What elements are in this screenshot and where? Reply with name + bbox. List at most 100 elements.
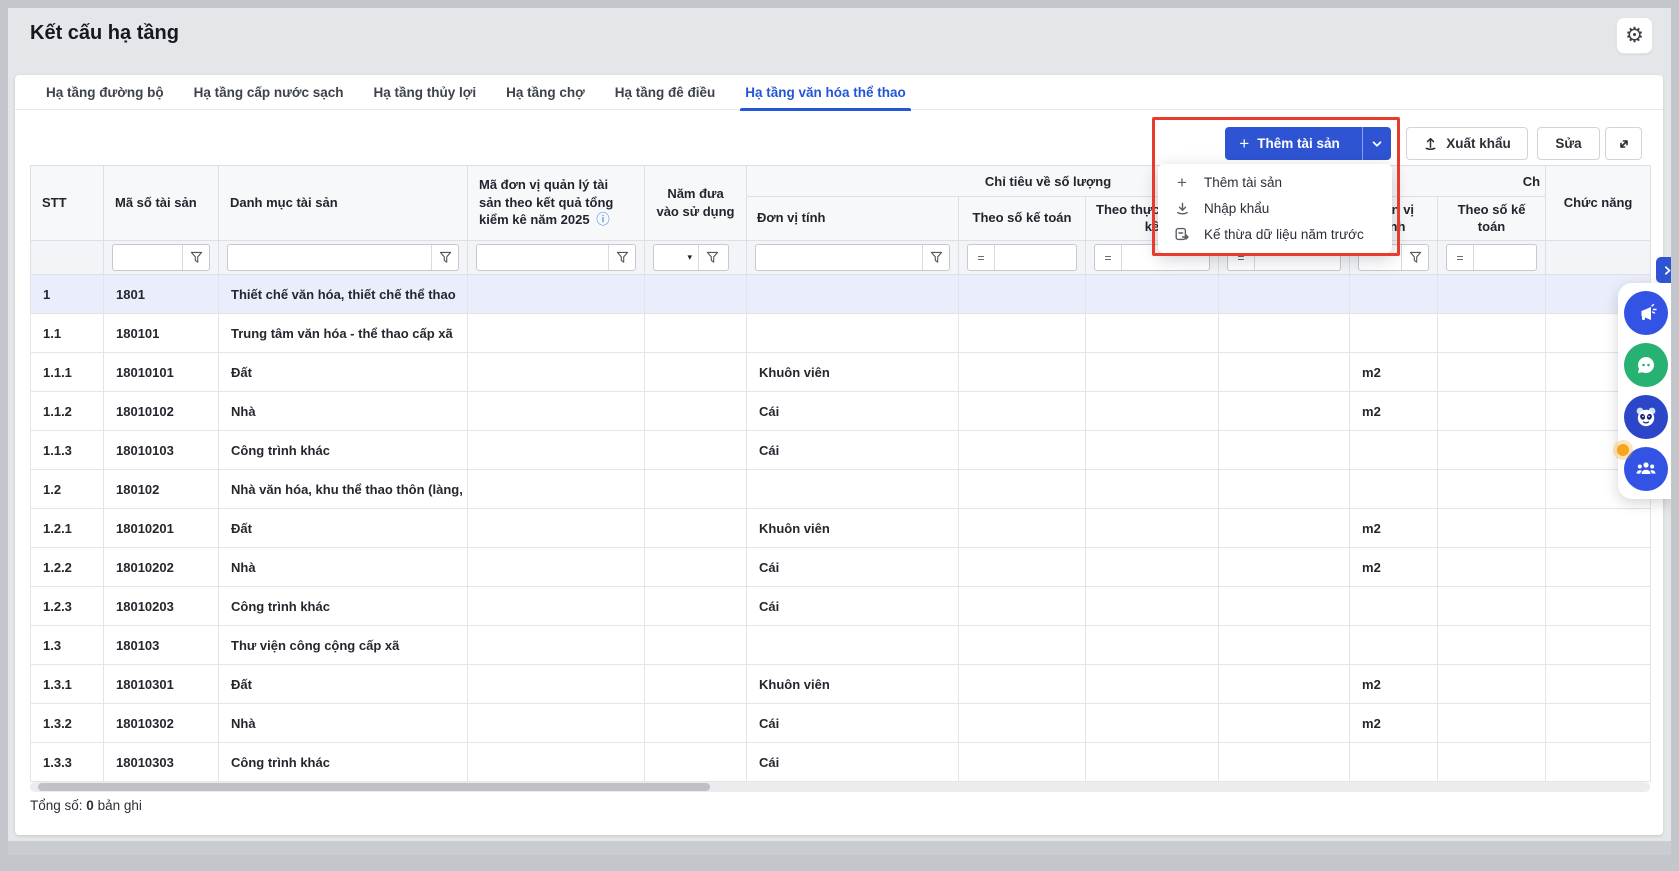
cell-1.1-7[interactable]	[1086, 314, 1219, 353]
cell-1.1.1-5[interactable]: Khuôn viên	[747, 353, 959, 392]
cell-1.2.2-2[interactable]: Nhà	[219, 548, 468, 587]
cell-1.2.3-11[interactable]	[1546, 587, 1651, 626]
table-row-1.3.1[interactable]: 1.3.118010301ĐấtKhuôn viênm2	[31, 665, 1651, 704]
table-row-1.1.3[interactable]: 1.1.318010103Công trình khácCái	[31, 431, 1651, 470]
filter-operator[interactable]: =	[1447, 245, 1474, 270]
cell-1.3.1-2[interactable]: Đất	[219, 665, 468, 704]
cell-1.3.3-1[interactable]: 18010303	[104, 743, 219, 782]
filter-funnel-icon[interactable]	[1401, 245, 1428, 270]
cell-1.3.2-4[interactable]	[645, 704, 747, 743]
cell-1-6[interactable]	[959, 275, 1086, 314]
cell-1.2.3-10[interactable]	[1438, 587, 1546, 626]
cell-1.1.2-6[interactable]	[959, 392, 1086, 431]
cell-1.2.3-9[interactable]	[1350, 587, 1438, 626]
year-select[interactable]: ▾	[654, 245, 698, 270]
cell-1-2[interactable]: Thiết chế văn hóa, thiết chế thể thao	[219, 275, 468, 314]
filter-funnel-icon[interactable]	[698, 245, 725, 270]
cell-1.3.3-11[interactable]	[1546, 743, 1651, 782]
cell-1.1-4[interactable]	[645, 314, 747, 353]
cell-1.2.3-2[interactable]: Công trình khác	[219, 587, 468, 626]
cell-1.2-9[interactable]	[1350, 470, 1438, 509]
cell-1.2.3-7[interactable]	[1086, 587, 1219, 626]
menu-item-2[interactable]: Kế thừa dữ liệu năm trước	[1158, 221, 1392, 247]
cell-1.1.1-8[interactable]	[1219, 353, 1350, 392]
cell-1.2.1-4[interactable]	[645, 509, 747, 548]
cell-1.3.3-5[interactable]: Cái	[747, 743, 959, 782]
cell-1.3-6[interactable]	[959, 626, 1086, 665]
dock-button-panda[interactable]	[1624, 395, 1668, 439]
cell-1.1.1-7[interactable]	[1086, 353, 1219, 392]
cell-1.3.3-9[interactable]	[1350, 743, 1438, 782]
cell-1.3.2-3[interactable]	[468, 704, 645, 743]
cell-1.3.3-3[interactable]	[468, 743, 645, 782]
cell-1.1.1-10[interactable]	[1438, 353, 1546, 392]
cell-1.3.3-10[interactable]	[1438, 743, 1546, 782]
filter-funnel-icon[interactable]	[182, 245, 209, 270]
cell-1.1.2-7[interactable]	[1086, 392, 1219, 431]
table-row-1.3.2[interactable]: 1.3.218010302NhàCáim2	[31, 704, 1651, 743]
filter-input-1[interactable]	[113, 245, 182, 270]
cell-1.1-2[interactable]: Trung tâm văn hóa - thể thao cấp xã	[219, 314, 468, 353]
cell-1.1.3-8[interactable]	[1219, 431, 1350, 470]
cell-1.2-5[interactable]	[747, 470, 959, 509]
dock-button-chat[interactable]	[1624, 343, 1668, 387]
cell-1.3-2[interactable]: Thư viện công cộng cấp xã	[219, 626, 468, 665]
cell-1.2.3-4[interactable]	[645, 587, 747, 626]
cell-1.2.2-8[interactable]	[1219, 548, 1350, 587]
subcol-header-g1-0[interactable]: Đơn vị tính	[747, 197, 959, 241]
cell-1.3.2-5[interactable]: Cái	[747, 704, 959, 743]
cell-1.1-9[interactable]	[1350, 314, 1438, 353]
cell-1.3.1-6[interactable]	[959, 665, 1086, 704]
cell-1.2-4[interactable]	[645, 470, 747, 509]
cell-1.2-10[interactable]	[1438, 470, 1546, 509]
filter-input-2[interactable]	[228, 245, 431, 270]
filter-input-10[interactable]	[1474, 245, 1536, 270]
cell-1.1.2-4[interactable]	[645, 392, 747, 431]
cell-1.2.1-8[interactable]	[1219, 509, 1350, 548]
filter-input-3[interactable]	[477, 245, 608, 270]
cell-1.2.3-0[interactable]: 1.2.3	[31, 587, 104, 626]
cell-1.1.1-9[interactable]: m2	[1350, 353, 1438, 392]
subcol-header-g2-1[interactable]: Theo số kế toán	[1438, 197, 1546, 241]
cell-1.3.1-9[interactable]: m2	[1350, 665, 1438, 704]
cell-1.1.2-3[interactable]	[468, 392, 645, 431]
cell-1.3.3-7[interactable]	[1086, 743, 1219, 782]
cell-1.2.3-1[interactable]: 18010203	[104, 587, 219, 626]
cell-1.2.1-2[interactable]: Đất	[219, 509, 468, 548]
cell-1.1-8[interactable]	[1219, 314, 1350, 353]
cell-1.3.3-0[interactable]: 1.3.3	[31, 743, 104, 782]
table-row-1.1.1[interactable]: 1.1.118010101ĐấtKhuôn viênm2	[31, 353, 1651, 392]
settings-button[interactable]: ⚙	[1616, 17, 1653, 54]
cell-1.3.3-2[interactable]: Công trình khác	[219, 743, 468, 782]
filter-funnel-icon[interactable]	[431, 245, 458, 270]
cell-1.3-7[interactable]	[1086, 626, 1219, 665]
cell-1.2.3-8[interactable]	[1219, 587, 1350, 626]
cell-1.2.2-3[interactable]	[468, 548, 645, 587]
cell-1.2.1-9[interactable]: m2	[1350, 509, 1438, 548]
cell-1.1.3-3[interactable]	[468, 431, 645, 470]
col-header-2[interactable]: Danh mục tài sản	[219, 166, 468, 241]
cell-1.2.3-5[interactable]: Cái	[747, 587, 959, 626]
cell-1.2-2[interactable]: Nhà văn hóa, khu thể thao thôn (làng, …	[219, 470, 468, 509]
subcol-header-g1-1[interactable]: Theo số kế toán	[959, 197, 1086, 241]
cell-1.2.2-6[interactable]	[959, 548, 1086, 587]
horizontal-scrollbar[interactable]	[30, 782, 1650, 792]
add-asset-dropdown-toggle[interactable]	[1362, 127, 1391, 160]
cell-1-7[interactable]	[1086, 275, 1219, 314]
cell-1.2.1-5[interactable]: Khuôn viên	[747, 509, 959, 548]
tab-3[interactable]: Hạ tầng chợ	[491, 75, 600, 110]
cell-1.2.1-0[interactable]: 1.2.1	[31, 509, 104, 548]
cell-1-9[interactable]	[1350, 275, 1438, 314]
table-row-1.3[interactable]: 1.3180103Thư viện công cộng cấp xã	[31, 626, 1651, 665]
cell-1.3.1-7[interactable]	[1086, 665, 1219, 704]
cell-1.2.1-6[interactable]	[959, 509, 1086, 548]
add-asset-split-button[interactable]: + Thêm tài sản	[1225, 127, 1391, 160]
cell-1.1-10[interactable]	[1438, 314, 1546, 353]
cell-1.3.2-11[interactable]	[1546, 704, 1651, 743]
cell-1.2.3-6[interactable]	[959, 587, 1086, 626]
cell-1.2.1-7[interactable]	[1086, 509, 1219, 548]
cell-1.1-5[interactable]	[747, 314, 959, 353]
col-header-4[interactable]: Năm đưa vào sử dụng	[645, 166, 747, 241]
cell-1.3.2-1[interactable]: 18010302	[104, 704, 219, 743]
cell-1.2.2-7[interactable]	[1086, 548, 1219, 587]
